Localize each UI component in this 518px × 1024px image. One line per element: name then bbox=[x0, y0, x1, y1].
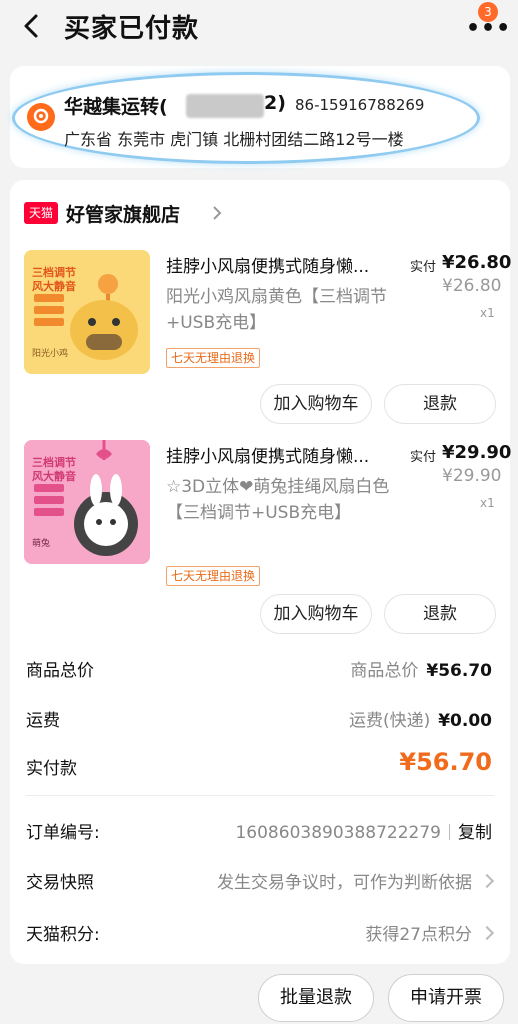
original-price: ¥26.80 bbox=[442, 276, 502, 296]
more-menu-button[interactable]: ••• 3 bbox=[462, 2, 510, 44]
paid-total-row: 实付款 ¥56.70 bbox=[10, 748, 510, 784]
product-thumbnail[interactable]: 三档调节 风大静音 阳光小鸡 bbox=[24, 250, 150, 374]
original-price: ¥29.90 bbox=[442, 466, 502, 486]
points-label: 天猫积分: bbox=[26, 925, 100, 945]
product-spec: ☆3D立体❤萌兔挂绳风扇白色【三档调节+USB充电】 bbox=[166, 477, 390, 523]
order-number-group: 1608603890388722279 复制 bbox=[235, 818, 492, 843]
snapshot-value: 发生交易争议时，可作为判断依据 bbox=[217, 873, 472, 893]
chevron-right-icon bbox=[479, 873, 495, 889]
order-item[interactable]: 三档调节 风大静音 萌兔 挂脖小风扇便携式随身懒... ☆3D立体❤萌兔挂绳风扇… bbox=[10, 440, 512, 660]
paid-price: ¥26.80 bbox=[442, 252, 512, 273]
order-item[interactable]: 三档调节 风大静音 阳光小鸡 挂脖小风扇便携式随身懒... 阳光小鸡风扇黄色【三… bbox=[10, 250, 512, 470]
paid-label: 实付 bbox=[410, 260, 437, 275]
snapshot-group: 发生交易争议时，可作为判断依据 bbox=[217, 868, 495, 893]
shipping-label: 运费 bbox=[26, 711, 60, 731]
thumb-label-2: 风大静音 bbox=[32, 470, 76, 483]
receiver-phone: 86-15916788269 bbox=[295, 96, 425, 114]
guarantee-tag: 七天无理由退换 bbox=[166, 566, 261, 586]
goods-total-value: ¥56.70 bbox=[426, 661, 492, 681]
section-divider bbox=[26, 795, 494, 796]
order-number-row: 订单编号: 1608603890388722279 复制 bbox=[10, 812, 510, 848]
receiver-address: 广东省 东莞市 虎门镇 北栅村团结二路12号一楼 bbox=[64, 130, 404, 149]
quantity: x1 bbox=[480, 306, 495, 320]
goods-total-label: 商品总价 bbox=[26, 661, 94, 681]
divider-bar bbox=[449, 824, 450, 840]
goods-total-row: 商品总价 商品总价 ¥56.70 bbox=[10, 650, 510, 686]
refund-button[interactable]: 退款 bbox=[384, 594, 496, 634]
order-card: 天猫 好管家旗舰店 三档调节 风大静音 阳光小鸡 挂脖小风扇便携式随身懒... bbox=[10, 180, 512, 964]
redacted-name-mask bbox=[186, 94, 264, 118]
paid-total-value-group: ¥56.70 bbox=[399, 748, 492, 776]
product-title[interactable]: 挂脖小风扇便携式随身懒... bbox=[166, 442, 398, 467]
back-arrow-icon[interactable] bbox=[18, 12, 46, 40]
product-spec: 阳光小鸡风扇黄色【三档调节+USB充电】 bbox=[166, 287, 387, 333]
paid-price: ¥29.90 bbox=[442, 442, 512, 463]
chevron-right-icon bbox=[479, 925, 495, 941]
snapshot-label: 交易快照 bbox=[26, 873, 94, 893]
thumb-caption: 萌兔 bbox=[32, 539, 51, 549]
address-card[interactable]: 华越集运转( 2) 86-15916788269 广东省 东莞市 虎门镇 北栅村… bbox=[10, 66, 510, 168]
shipping-value: ¥0.00 bbox=[438, 711, 492, 731]
points-row[interactable]: 天猫积分: 获得27点积分 bbox=[10, 914, 510, 950]
add-to-cart-button[interactable]: 加入购物车 bbox=[260, 384, 372, 424]
tmall-logo: 天猫 bbox=[24, 202, 58, 224]
guarantee-tag: 七天无理由退换 bbox=[166, 348, 261, 368]
chevron-right-icon[interactable] bbox=[210, 204, 224, 222]
shop-name[interactable]: 好管家旗舰店 bbox=[66, 200, 180, 227]
receiver-name: 华越集运转( bbox=[64, 96, 168, 118]
notification-badge: 3 bbox=[478, 2, 498, 22]
paid-total-value: ¥56.70 bbox=[399, 748, 492, 776]
shipping-value-group: 运费(快递) ¥0.00 bbox=[349, 706, 492, 731]
order-number: 1608603890388722279 bbox=[235, 823, 441, 843]
product-thumbnail[interactable]: 三档调节 风大静音 萌兔 bbox=[24, 440, 150, 564]
top-header: 买家已付款 ••• 3 bbox=[0, 0, 518, 56]
bottom-action-bar: 批量退款 申请开票 bbox=[0, 964, 518, 1024]
receiver-name-suffix: 2) bbox=[264, 92, 286, 114]
location-pin-icon bbox=[27, 103, 55, 131]
quantity: x1 bbox=[480, 496, 495, 510]
shipping-row: 运费 运费(快递) ¥0.00 bbox=[10, 700, 510, 736]
points-value: 获得27点积分 bbox=[365, 925, 472, 945]
order-number-label: 订单编号: bbox=[26, 823, 100, 843]
shipping-sublabel: 运费(快递) bbox=[348, 711, 431, 731]
product-title[interactable]: 挂脖小风扇便携式随身懒... bbox=[166, 252, 398, 277]
page-title: 买家已付款 bbox=[64, 14, 200, 44]
more-dots-icon: ••• bbox=[466, 16, 512, 41]
points-group: 获得27点积分 bbox=[365, 920, 495, 945]
thumb-caption: 阳光小鸡 bbox=[32, 349, 69, 359]
copy-button[interactable]: 复制 bbox=[458, 823, 492, 843]
snapshot-row[interactable]: 交易快照 发生交易争议时，可作为判断依据 bbox=[10, 862, 510, 898]
add-to-cart-button[interactable]: 加入购物车 bbox=[260, 594, 372, 634]
goods-total-sublabel: 商品总价 bbox=[350, 661, 419, 681]
paid-label: 实付 bbox=[410, 450, 437, 465]
goods-total-value-group: 商品总价 ¥56.70 bbox=[350, 656, 492, 681]
refund-button[interactable]: 退款 bbox=[384, 384, 496, 424]
thumb-label-2: 风大静音 bbox=[32, 280, 76, 293]
paid-total-label: 实付款 bbox=[26, 759, 77, 779]
apply-invoice-button[interactable]: 申请开票 bbox=[388, 974, 504, 1022]
batch-refund-button[interactable]: 批量退款 bbox=[258, 974, 374, 1022]
